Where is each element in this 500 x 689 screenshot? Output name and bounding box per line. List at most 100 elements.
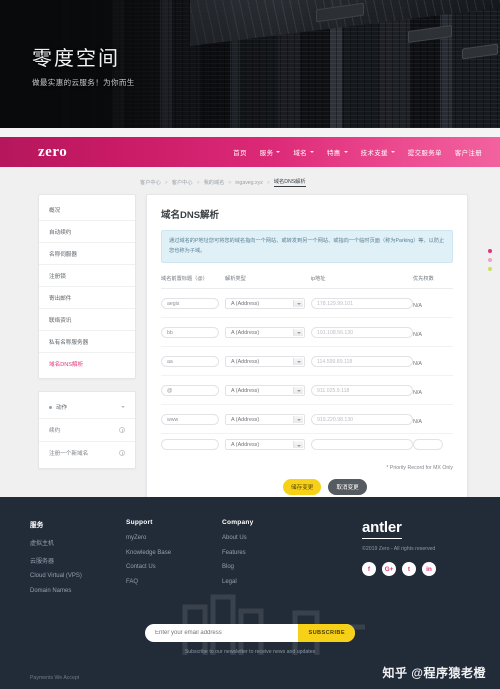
breadcrumb-item[interactable]: 客户中心 (172, 179, 193, 186)
footer-column-title: 服务 (30, 522, 44, 529)
chevron-down-icon (309, 151, 314, 153)
hero-subtitle: 做最实惠的云服务！为你而生 (32, 78, 135, 87)
breadcrumb-item[interactable]: ingaveg.xyz (235, 180, 262, 186)
table-row-new: A (Address) (161, 434, 453, 456)
sidebar-item-email-forwarding[interactable]: 寄出邮件 (39, 287, 135, 309)
sidebar-item-nameservers[interactable]: 名称伺服器 (39, 243, 135, 265)
brand-logo[interactable]: zero (38, 144, 67, 161)
footer-link[interactable]: Blog (222, 564, 332, 570)
footer-link[interactable]: Cloud Virtual (VPS) (30, 573, 126, 579)
host-input-new[interactable] (161, 439, 219, 451)
nav-item-services[interactable]: 服务 (260, 147, 281, 157)
priority-input-new[interactable] (413, 439, 443, 451)
host-input[interactable]: @ (161, 384, 219, 396)
save-button[interactable]: 储存变更 (283, 479, 322, 496)
nav-item-support[interactable]: 技术支援 (361, 147, 395, 157)
content-layout: 概况 自动续约 名称伺服器 注册锁 寄出邮件 联络资讯 私有名称服务器 域名DN… (0, 194, 500, 513)
footer-link[interactable]: Contact Us (126, 564, 222, 570)
google-plus-icon[interactable]: G+ (382, 562, 396, 576)
priority-value: N/A (413, 332, 422, 339)
nav-item-home[interactable]: 首页 (233, 147, 247, 157)
footer-link[interactable]: FAQ (126, 579, 222, 585)
add-domain-icon (119, 450, 125, 456)
main-navbar: zero 首页 服务 域名 特惠 技术支援 提交服务单 客户注册 (0, 137, 500, 167)
sidebar-actions-header[interactable]: 动作 (39, 396, 135, 419)
side-dot-indicators[interactable] (488, 249, 492, 276)
ip-input[interactable]: 191.108.56.130 (311, 326, 413, 338)
chevron-down-icon (296, 444, 301, 447)
sidebar-item-overview[interactable]: 概况 (39, 199, 135, 221)
record-type-select[interactable]: A (Address) (225, 355, 305, 367)
cancel-button[interactable]: 取消变更 (328, 479, 367, 496)
footer-link[interactable]: myZero (126, 535, 222, 541)
record-type-select[interactable]: A (Address) (225, 297, 305, 309)
facebook-icon[interactable]: f (362, 562, 376, 576)
chevron-down-icon (296, 361, 301, 364)
ip-input-new[interactable] (311, 439, 413, 451)
table-row: www A (Address) 919.220.98.130 N/A (161, 404, 453, 435)
host-input[interactable]: aegis (161, 297, 219, 309)
footer-link[interactable]: Knowledge Base (126, 550, 222, 556)
newsletter-signup: SUBSCRIBE Subscribe to our newsletter to… (145, 624, 355, 655)
ip-input[interactable]: 178.129.99.101 (311, 297, 413, 309)
chevron-down-icon (296, 303, 301, 306)
breadcrumb-item[interactable]: 客户中心 (140, 179, 161, 186)
dot-indicator-1[interactable] (488, 249, 492, 253)
nav-item-domains[interactable]: 域名 (293, 147, 314, 157)
host-input[interactable]: www (161, 413, 219, 425)
record-type-select-new[interactable]: A (Address) (225, 439, 305, 451)
table-header-row: 域名前置标题（@） 解析类型 ip地址 优先权数 (161, 275, 453, 290)
sidebar-action-renew[interactable]: 续约 (39, 419, 135, 442)
nav-item-register[interactable]: 客户注册 (455, 147, 482, 157)
subscribe-button[interactable]: SUBSCRIBE (298, 624, 355, 642)
nav-item-deals[interactable]: 特惠 (327, 147, 348, 157)
hero-title: 零度空间 (32, 48, 120, 70)
sidebar-item-auto-renew[interactable]: 自动续约 (39, 221, 135, 243)
renew-icon (119, 427, 125, 433)
nav-item-label: 客户注册 (454, 150, 482, 157)
record-type-value: A (Address) (231, 300, 260, 307)
sidebar-item-dns-management[interactable]: 域名DNS解析 (39, 353, 135, 374)
linkedin-icon[interactable]: in (422, 562, 436, 576)
email-input[interactable] (145, 630, 299, 636)
footer-columns: 服务 虚拟主机 云服务器 Cloud Virtual (VPS) Domain … (30, 519, 470, 602)
table-row: @ A (Address) 911.025.9.118 N/A (161, 375, 453, 406)
footer-link[interactable]: Legal (222, 579, 332, 585)
breadcrumb-item[interactable]: 我的域名 (204, 179, 225, 186)
sidebar-actions-title: 动作 (56, 405, 68, 411)
form-actions: 储存变更 取消变更 (161, 479, 453, 496)
sidebar-item-registrar-lock[interactable]: 注册锁 (39, 265, 135, 287)
host-input[interactable]: bb (161, 326, 219, 338)
footer-link[interactable]: Features (222, 550, 332, 556)
site-footer: 服务 虚拟主机 云服务器 Cloud Virtual (VPS) Domain … (0, 497, 500, 689)
record-type-select[interactable]: A (Address) (225, 384, 305, 396)
footer-link[interactable]: Domain Names (30, 588, 126, 594)
chevron-down-icon (296, 419, 301, 422)
sidebar-actions-card: 动作 续约 注册一个新域名 (38, 391, 136, 469)
record-type-select[interactable]: A (Address) (225, 413, 305, 425)
sidebar-item-private-nameservers[interactable]: 私有名称服务器 (39, 331, 135, 353)
footer-link[interactable]: 虚拟主机 (30, 538, 126, 547)
column-header-type: 解析类型 (225, 275, 311, 290)
record-type-select[interactable]: A (Address) (225, 326, 305, 338)
sidebar-action-register-domain[interactable]: 注册一个新域名 (39, 442, 135, 464)
copyright-text: ©2019 Zero - All rights reserved (362, 546, 436, 552)
sidebar-item-contact-info[interactable]: 联络资讯 (39, 309, 135, 331)
breadcrumb: 客户中心 > 客户中心 > 我的域名 > ingaveg.xyz > 域名DNS… (140, 178, 500, 187)
ip-input[interactable]: 919.220.98.130 (311, 413, 413, 425)
twitter-icon[interactable]: t (402, 562, 416, 576)
chevron-down-icon (390, 151, 395, 153)
footer-link[interactable]: About Us (222, 535, 332, 541)
ip-input[interactable]: 114.599.89.118 (311, 355, 413, 367)
host-input[interactable]: aa (161, 355, 219, 367)
nav-item-label: 服务 (259, 150, 274, 157)
breadcrumb-item-current: 域名DNS解析 (273, 179, 306, 187)
footer-link[interactable]: 云服务器 (30, 556, 126, 565)
dns-records-table: 域名前置标题（@） 解析类型 ip地址 优先权数 aegis A (Addres… (161, 275, 453, 455)
nav-item-label: 提交服务单 (407, 150, 442, 157)
ip-input[interactable]: 911.025.9.118 (311, 384, 413, 396)
nav-item-submit-ticket[interactable]: 提交服务单 (408, 147, 442, 157)
dot-indicator-3[interactable] (488, 267, 492, 271)
priority-note: * Priority Record for MX Only (386, 465, 453, 472)
dot-indicator-2[interactable] (488, 258, 492, 262)
